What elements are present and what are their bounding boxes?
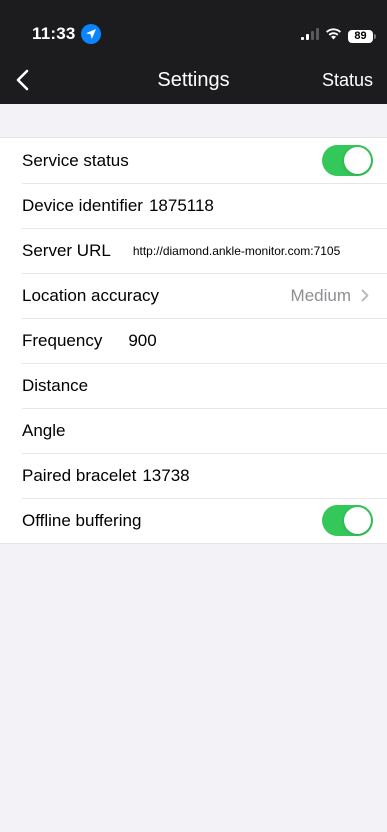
device-identifier-value: 1875118 (148, 195, 214, 215)
paired-bracelet-row[interactable]: Paired bracelet 13738 (0, 453, 387, 498)
battery-level: 89 (354, 30, 367, 42)
chevron-right-icon (361, 289, 369, 302)
device-identifier-label: Device identifier (22, 195, 143, 215)
settings-list: Service status Device identifier 1875118… (0, 137, 387, 544)
offline-buffering-toggle[interactable] (322, 505, 373, 536)
offline-buffering-row: Offline buffering (0, 498, 387, 543)
time-group: 11:33 (32, 24, 101, 44)
toggle-knob (344, 147, 371, 174)
navigation-bar: Settings Status (0, 60, 387, 100)
status-time: 11:33 (32, 24, 76, 43)
paired-bracelet-label: Paired bracelet (22, 465, 137, 485)
service-status-label: Service status (22, 150, 129, 170)
offline-buffering-label: Offline buffering (22, 510, 142, 530)
frequency-value: 900 (128, 330, 157, 350)
device-identifier-row[interactable]: Device identifier 1875118 (0, 183, 387, 228)
angle-label: Angle (22, 420, 66, 440)
server-url-row[interactable]: Server URL http://diamond.ankle-monitor.… (0, 228, 387, 273)
top-bar: 11:33 89 Settings Status (0, 0, 387, 104)
service-status-toggle[interactable] (322, 145, 373, 176)
location-accuracy-label: Location accuracy (22, 285, 160, 305)
paired-bracelet-value: 13738 (142, 465, 190, 485)
toggle-knob (344, 507, 371, 534)
location-accuracy-detail: Medium (291, 273, 369, 318)
server-url-value: http://diamond.ankle-monitor.com:7105 (132, 243, 341, 258)
distance-row[interactable]: Distance (0, 363, 387, 408)
status-icons: 89 (301, 27, 376, 45)
angle-row[interactable]: Angle (0, 408, 387, 453)
server-url-label: Server URL (22, 240, 111, 260)
location-accuracy-row[interactable]: Location accuracy Medium (0, 273, 387, 318)
status-button[interactable]: Status (322, 70, 373, 91)
status-bar: 11:33 89 (0, 0, 387, 54)
frequency-label: Frequency (22, 330, 103, 350)
frequency-row[interactable]: Frequency 900 (0, 318, 387, 363)
location-accuracy-value: Medium (290, 285, 351, 305)
service-status-row: Service status (0, 138, 387, 183)
distance-label: Distance (22, 375, 89, 395)
wifi-icon (325, 27, 342, 45)
battery-icon: 89 (348, 29, 376, 43)
location-arrow-icon (80, 24, 101, 44)
cellular-signal-icon (301, 27, 319, 45)
